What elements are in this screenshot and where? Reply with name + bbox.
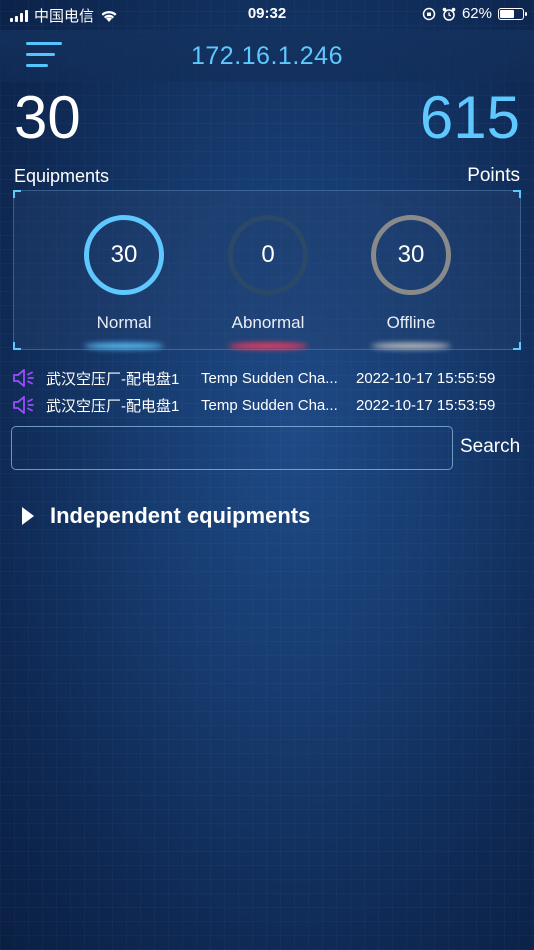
normal-ring: 30 bbox=[84, 215, 164, 295]
offline-ring: 30 bbox=[371, 215, 451, 295]
stat-normal[interactable]: 30 Normal bbox=[74, 215, 174, 349]
panel-corner bbox=[13, 342, 21, 350]
points-label: Points bbox=[467, 165, 520, 186]
alarm-type: Temp Sudden Cha... bbox=[201, 369, 338, 387]
battery-icon bbox=[498, 7, 527, 20]
alarm-row[interactable]: 武汉空压厂-配电盘1 Temp Sudden Cha... 2022-10-17… bbox=[12, 367, 522, 389]
status-panel: 30 Normal 0 Abnormal 30 Offline bbox=[13, 190, 521, 350]
offline-label: Offline bbox=[386, 313, 436, 332]
abnormal-glow bbox=[228, 343, 308, 349]
equipments-count: 30 bbox=[14, 84, 81, 151]
panel-corner bbox=[513, 190, 521, 198]
group-label: Independent equipments bbox=[50, 503, 311, 528]
header: 172.16.1.246 bbox=[0, 30, 534, 82]
stat-abnormal[interactable]: 0 Abnormal bbox=[218, 215, 318, 349]
battery-fill bbox=[500, 9, 514, 18]
points-count: 615 bbox=[419, 84, 520, 151]
equipments-label: Equipments bbox=[14, 166, 110, 186]
abnormal-label: Abnormal bbox=[231, 313, 305, 332]
search-button[interactable]: Search bbox=[460, 436, 520, 458]
normal-label: Normal bbox=[96, 313, 152, 332]
alarm-equipment-name: 武汉空压厂-配电盘1 bbox=[46, 370, 180, 388]
status-bar: 中国电信 09:32 62% bbox=[0, 0, 534, 30]
speaker-icon bbox=[13, 396, 34, 414]
alarm-type: Temp Sudden Cha... bbox=[201, 396, 338, 414]
alarm-row[interactable]: 武汉空压厂-配电盘1 Temp Sudden Cha... 2022-10-17… bbox=[12, 394, 522, 416]
speaker-icon bbox=[13, 369, 34, 387]
battery-percent: 62% bbox=[461, 5, 492, 22]
abnormal-ring: 0 bbox=[228, 215, 308, 295]
panel-corner bbox=[513, 342, 521, 350]
page-title: 172.16.1.246 bbox=[191, 42, 343, 70]
normal-glow bbox=[84, 343, 164, 349]
group-independent-equipments[interactable]: Independent equipments bbox=[22, 503, 310, 529]
expand-triangle-icon[interactable] bbox=[22, 507, 34, 525]
orientation-lock-icon bbox=[422, 7, 436, 20]
status-right: 62% bbox=[422, 5, 527, 22]
panel-corner bbox=[13, 190, 21, 198]
alarm-equipment-name: 武汉空压厂-配电盘1 bbox=[46, 397, 180, 415]
alarm-clock-icon bbox=[442, 7, 456, 21]
alarm-time: 2022-10-17 15:53:59 bbox=[356, 396, 496, 414]
stat-offline[interactable]: 30 Offline bbox=[361, 215, 461, 349]
offline-glow bbox=[371, 343, 451, 349]
search-input[interactable] bbox=[11, 426, 453, 470]
alarm-time: 2022-10-17 15:55:59 bbox=[356, 369, 496, 387]
